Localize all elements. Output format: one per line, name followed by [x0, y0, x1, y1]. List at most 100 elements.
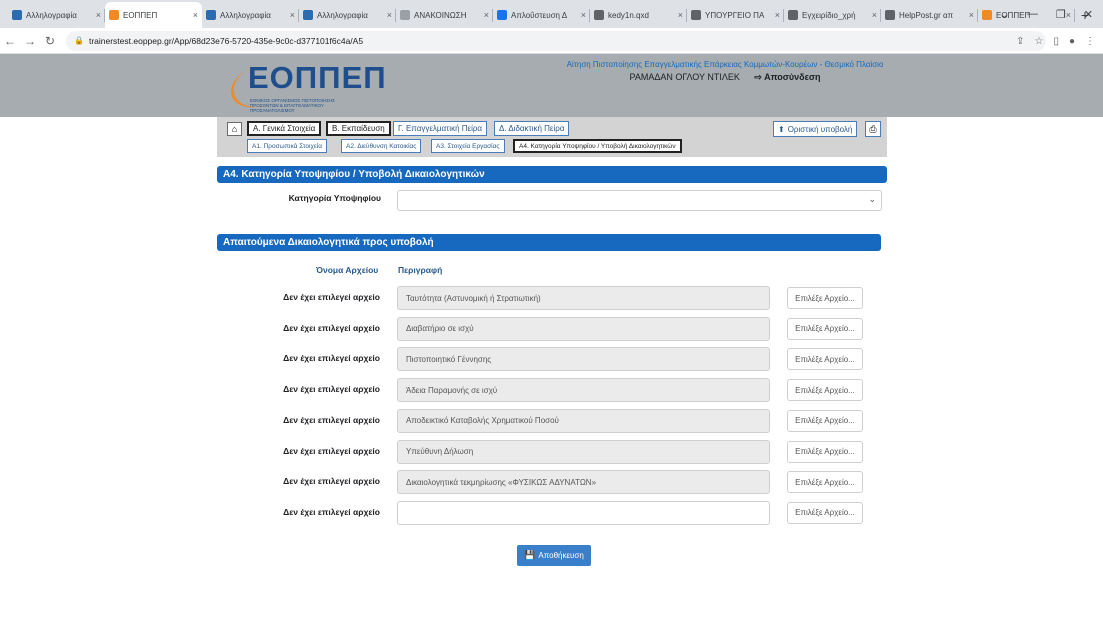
- logout-link[interactable]: ⇨ Αποσύνδεση: [754, 72, 820, 82]
- section-candidate-category-title: Α4. Κατηγορία Υποψηφίου / Υποβολή Δικαιο…: [217, 166, 887, 183]
- user-name: ΡΑΜΑΔΑΝ ΟΓΛΟΥ ΝΤΙΛΕΚ: [629, 72, 740, 82]
- document-description-field[interactable]: Ταυτότητα (Αστυνομική ή Στρατιωτική): [397, 286, 770, 310]
- choose-file-button[interactable]: Επιλέξε Αρχείο...: [787, 471, 863, 494]
- file-status: Δεν έχει επιλεγεί αρχείο: [283, 322, 380, 333]
- forward-icon[interactable]: →: [20, 34, 40, 48]
- document-row: Δεν έχει επιλεγεί αρχείο Διαβατήριο σε ισ…: [217, 316, 887, 341]
- save-button[interactable]: 💾 Αποθήκευση: [517, 545, 591, 566]
- tab-search-icon[interactable]: ⌄: [1000, 8, 1009, 21]
- choose-file-button[interactable]: Επιλέξε Αρχείο...: [787, 440, 863, 463]
- close-tab-icon[interactable]: ×: [969, 10, 974, 20]
- choose-file-button[interactable]: Επιλέξε Αρχείο...: [787, 317, 863, 340]
- document-description-field[interactable]: Αποδεικτικό Καταβολής Χρηματικού Ποσού: [397, 408, 770, 433]
- category-select[interactable]: ⌄: [397, 190, 882, 211]
- browser-tab[interactable]: ΥΠΟΥΡΓΕΙΟ ΠΑ ×: [687, 2, 784, 28]
- sidepanel-icon[interactable]: ▯: [1053, 36, 1059, 47]
- document-row: Δεν έχει επιλεγεί αρχείο Επιλέξε Αρχείο..…: [217, 500, 887, 525]
- browser-tab[interactable]: Αλληλογραφία ×: [202, 2, 299, 28]
- print-icon: ⎙: [869, 123, 877, 134]
- document-row: Δεν έχει επιλεγεί αρχείο Αποδεικτικό Κατα…: [217, 408, 887, 433]
- choose-file-button[interactable]: Επιλέξε Αρχείο...: [787, 409, 863, 432]
- share-icon[interactable]: ⇪: [1016, 36, 1024, 47]
- profile-icon[interactable]: ●: [1069, 36, 1075, 47]
- document-row: Δεν έχει επιλεγεί αρχείο Ταυτότητα (Αστυν…: [217, 286, 887, 310]
- browser-tab[interactable]: ΑΝΑΚΟΙΝΩΣΗ ×: [396, 2, 493, 28]
- address-bar: ← → ↻ 🔒 trainerstest.eoppep.gr/App/68d23…: [0, 28, 1103, 54]
- back-icon[interactable]: ←: [0, 34, 20, 48]
- reload-icon[interactable]: ↻: [40, 34, 60, 48]
- browser-tab[interactable]: ΕΟΠΠΕΠ ×: [105, 2, 202, 28]
- site-header: ΕΟΠΠΕΠ ΕΘΝΙΚΟΣ ΟΡΓΑΝΙΣΜΟΣ ΠΙΣΤΟΠΟΙΗΣΗΣ Π…: [0, 54, 1103, 117]
- file-status: Δεν έχει επιλεγεί αρχείο: [283, 353, 380, 364]
- user-row: ΡΑΜΑΔΑΝ ΟΓΛΟΥ ΝΤΙΛΕΚ ⇨ Αποσύνδεση: [560, 72, 890, 83]
- minimize-icon[interactable]: —: [1027, 8, 1038, 20]
- document-description-field[interactable]: Υπεύθυνη Δήλωση: [397, 439, 770, 464]
- browser-tabs: Αλληλογραφία × ΕΟΠΠΕΠ × Αλληλογραφία × Αλληλογ…: [0, 0, 1075, 28]
- header-info: Αίτηση Πιστοποίησης Επαγγελματικής Επάρκ…: [560, 60, 890, 83]
- close-tab-icon[interactable]: ×: [678, 10, 683, 20]
- print-button[interactable]: ⎙: [865, 121, 881, 137]
- close-tab-icon[interactable]: ×: [193, 10, 198, 20]
- column-header-filename: Όνομα Αρχείου: [316, 265, 379, 275]
- browser-tab-title: Αλληλογραφία: [26, 10, 77, 20]
- browser-tab-title: HelpPost.gr απ: [899, 10, 954, 20]
- eoppep-logo[interactable]: ΕΟΠΠΕΠ ΕΘΝΙΚΟΣ ΟΡΓΑΝΙΣΜΟΣ ΠΙΣΤΟΠΟΙΗΣΗΣ Π…: [224, 56, 386, 116]
- choose-file-button[interactable]: Επιλέξε Αρχείο...: [787, 287, 863, 309]
- close-tab-icon[interactable]: ×: [872, 10, 877, 20]
- document-description-field[interactable]: Άδεια Παραμονής σε ισχύ: [397, 378, 770, 403]
- browser-tab[interactable]: Αλληλογραφία ×: [8, 2, 105, 28]
- subtab-employment[interactable]: Α3. Στοιχεία Εργασίας: [431, 139, 505, 153]
- file-status: Δεν έχει επιλεγεί αρχείο: [283, 292, 380, 302]
- close-tab-icon[interactable]: ×: [96, 10, 101, 20]
- subtab-personal-info[interactable]: Α1. Προσωπικά Στοιχεία: [247, 139, 327, 153]
- choose-file-button[interactable]: Επιλέξε Αρχείο...: [787, 348, 863, 371]
- url-field[interactable]: 🔒 trainerstest.eoppep.gr/App/68d23e76-57…: [66, 30, 1046, 51]
- browser-tab-strip: Αλληλογραφία × ΕΟΠΠΕΠ × Αλληλογραφία × Αλληλογ…: [0, 0, 1103, 28]
- browser-tab-title: Απλοΰστευση Δ: [511, 10, 568, 20]
- lock-icon: 🔒: [74, 36, 84, 45]
- browser-tab[interactable]: Αλληλογραφία ×: [299, 2, 396, 28]
- tab-professional-experience[interactable]: Γ. Επαγγελματική Πείρα: [393, 121, 488, 136]
- menu-icon[interactable]: ⋮: [1085, 36, 1095, 47]
- close-tab-icon[interactable]: ×: [775, 10, 780, 20]
- browser-tab[interactable]: kedy1n.qxd ×: [590, 2, 687, 28]
- browser-tab[interactable]: Εγχειρίδιο_χρή ×: [784, 2, 881, 28]
- choose-file-button[interactable]: Επιλέξε Αρχείο...: [787, 379, 863, 402]
- close-tab-icon[interactable]: ×: [387, 10, 392, 20]
- favicon-icon: [982, 10, 992, 20]
- favicon-icon: [400, 10, 410, 20]
- tab-education[interactable]: Β. Εκπαίδευση: [326, 121, 391, 136]
- browser-tab-title: ΑΝΑΚΟΙΝΩΣΗ: [414, 10, 467, 20]
- favicon-icon: [594, 10, 604, 20]
- bookmark-star-icon[interactable]: ☆: [1034, 36, 1043, 47]
- close-tab-icon[interactable]: ×: [581, 10, 586, 20]
- document-description-field[interactable]: [397, 500, 770, 525]
- close-tab-icon[interactable]: ×: [484, 10, 489, 20]
- choose-file-button[interactable]: Επιλέξε Αρχείο...: [787, 501, 863, 524]
- favicon-icon: [206, 10, 216, 20]
- close-window-icon[interactable]: ✕: [1084, 8, 1093, 21]
- final-submit-button[interactable]: ⬆ Οριστική υποβολή: [773, 121, 858, 137]
- column-header-description: Περιγραφή: [398, 265, 443, 275]
- browser-tab[interactable]: Απλοΰστευση Δ ×: [493, 2, 590, 28]
- favicon-icon: [303, 10, 313, 20]
- document-description-field[interactable]: Πιστοποιητικό Γέννησης: [397, 347, 770, 372]
- window-controls: ⌄ — ❐ ✕: [1000, 0, 1103, 28]
- chevron-down-icon: ⌄: [868, 194, 876, 204]
- home-button[interactable]: ⌂: [227, 122, 242, 136]
- browser-tab[interactable]: HelpPost.gr απ ×: [881, 2, 978, 28]
- file-status: Δεν έχει επιλεγεί αρχείο: [283, 506, 380, 517]
- browser-tab-title: Αλληλογραφία: [220, 10, 271, 20]
- close-tab-icon[interactable]: ×: [290, 10, 295, 20]
- subtab-candidate-category[interactable]: Α4. Κατηγορία Υποψηφίου / Υποβολή Δικαιο…: [513, 139, 682, 153]
- document-description-field[interactable]: Δικαιολογητικά τεκμηρίωσης «ΦΥΣΙΚΩΣ ΑΔΥΝ…: [397, 470, 770, 495]
- favicon-icon: [497, 10, 507, 20]
- file-status: Δεν έχει επιλεγεί αρχείο: [283, 414, 380, 425]
- tab-teaching-experience[interactable]: Δ. Διδακτική Πείρα: [494, 121, 570, 136]
- subtab-address[interactable]: Α2. Διεύθυνση Κατοικίας: [341, 139, 422, 153]
- document-description-field[interactable]: Διαβατήριο σε ισχύ: [397, 316, 770, 341]
- maximize-icon[interactable]: ❐: [1056, 8, 1066, 21]
- favicon-icon: [885, 10, 895, 20]
- tab-general-info[interactable]: Α. Γενικά Στοιχεία: [247, 121, 322, 136]
- category-label: Κατηγορία Υποψηφίου: [288, 193, 381, 203]
